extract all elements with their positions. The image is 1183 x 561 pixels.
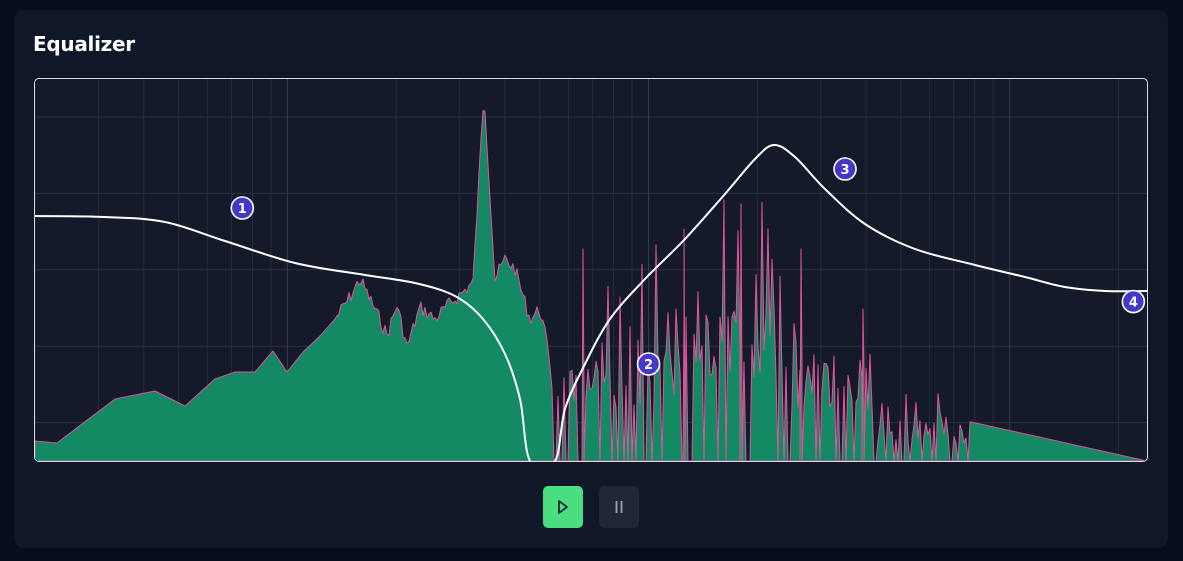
eq-node-label: 3 [841,163,850,178]
play-icon [558,500,568,514]
eq-node-label: 2 [644,358,653,373]
eq-node-label: 1 [238,202,247,217]
eq-graph-canvas: 1 2 3 4 [35,79,1147,461]
panel-title: Equalizer [33,32,135,56]
eq-graph[interactable]: 1 2 3 4 [34,78,1148,462]
equalizer-panel: Equalizer 1 2 3 4 [14,10,1168,548]
pause-button[interactable] [599,486,639,528]
eq-node-2[interactable]: 2 [636,352,661,376]
play-button[interactable] [543,486,583,528]
eq-node-4[interactable]: 4 [1121,289,1146,314]
pause-icon [615,501,623,513]
spectrum-area [35,109,1147,461]
eq-node-label: 4 [1129,296,1138,311]
eq-node-1[interactable]: 1 [230,196,255,220]
playback-controls [543,486,639,528]
eq-node-3[interactable]: 3 [833,157,857,181]
